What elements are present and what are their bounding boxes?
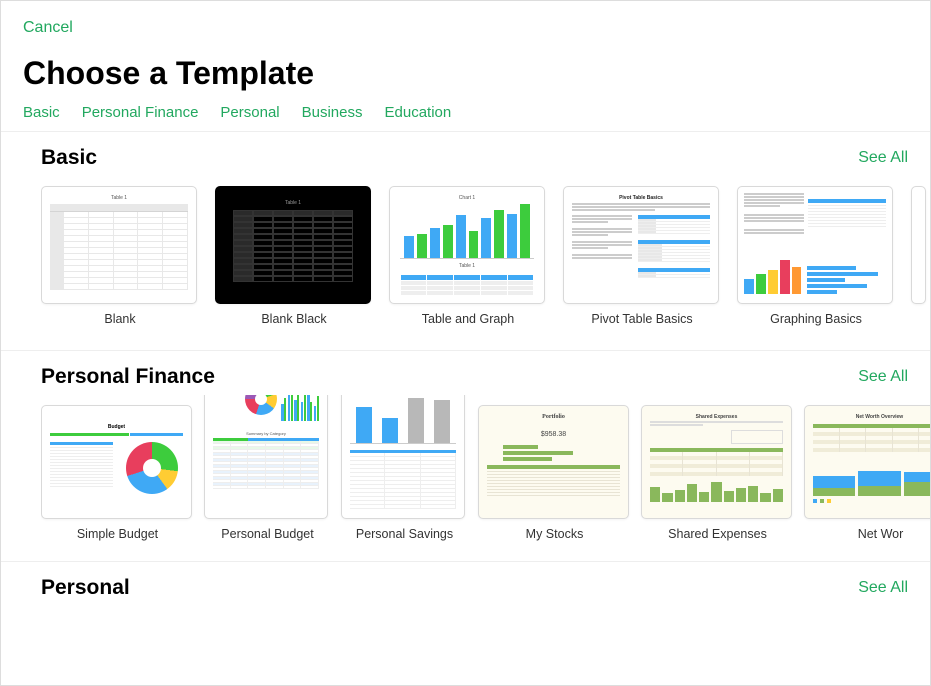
thumb-value: $958.38 bbox=[487, 431, 620, 438]
template-simple-budget[interactable]: Budget Simple Budget bbox=[41, 405, 194, 541]
section-personal-finance: Personal Finance See All Budget bbox=[1, 350, 930, 561]
thumb-label: Chart 1 bbox=[400, 195, 534, 201]
cancel-button[interactable]: Cancel bbox=[23, 19, 908, 37]
template-blank[interactable]: Table 1 bbox=[41, 186, 199, 326]
template-name: Pivot Table Basics bbox=[563, 312, 721, 326]
tab-education[interactable]: Education bbox=[385, 104, 452, 121]
thumb-label: Table 1 bbox=[233, 200, 353, 206]
template-name: Blank Black bbox=[215, 312, 373, 326]
tab-personal-finance[interactable]: Personal Finance bbox=[82, 104, 199, 121]
thumb-label: Table 1 bbox=[400, 263, 534, 269]
template-blank-black[interactable]: Table 1 Blank Black bbox=[215, 186, 373, 326]
thumb-label: Goal Status bbox=[350, 395, 456, 396]
tab-personal[interactable]: Personal bbox=[220, 104, 279, 121]
template-graphing-basics[interactable]: Graphing Basics bbox=[737, 186, 895, 326]
thumb-label: Pivot Table Basics bbox=[572, 195, 710, 201]
section-personal: Personal See All bbox=[1, 561, 930, 606]
section-title-personal-finance: Personal Finance bbox=[41, 365, 215, 389]
template-name: Graphing Basics bbox=[737, 312, 895, 326]
category-tabs: Basic Personal Finance Personal Business… bbox=[23, 104, 908, 121]
see-all-basic[interactable]: See All bbox=[858, 149, 908, 167]
template-name: Blank bbox=[41, 312, 199, 326]
template-name: Personal Budget bbox=[204, 527, 331, 541]
section-title-basic: Basic bbox=[41, 146, 97, 170]
tab-basic[interactable]: Basic bbox=[23, 104, 60, 121]
template-name: Shared Expenses bbox=[641, 527, 794, 541]
thumb-label: Net Worth Overview bbox=[813, 414, 930, 420]
thumb-label: Summary by Category bbox=[213, 431, 319, 436]
template-name: Personal Savings bbox=[341, 527, 468, 541]
template-partial[interactable] bbox=[911, 186, 927, 326]
template-personal-savings[interactable]: Monthly Goal Goal Status bbox=[341, 395, 468, 541]
see-all-personal-finance[interactable]: See All bbox=[858, 368, 908, 386]
template-my-stocks[interactable]: Portfolio $958.38 bbox=[478, 405, 631, 541]
template-personal-budget[interactable]: Monthly Budget Summary by Category bbox=[204, 395, 331, 541]
page-title: Choose a Template bbox=[23, 55, 908, 92]
tab-business[interactable]: Business bbox=[302, 104, 363, 121]
section-basic: Basic See All Table 1 bbox=[1, 131, 930, 350]
thumb-label: Budget bbox=[50, 424, 183, 430]
template-name: Net Wor bbox=[804, 527, 930, 541]
template-name: Table and Graph bbox=[389, 312, 547, 326]
thumb-label: Table 1 bbox=[50, 195, 188, 201]
template-pivot-table-basics[interactable]: Pivot Table Basics bbox=[563, 186, 721, 326]
template-name: Simple Budget bbox=[41, 527, 194, 541]
see-all-personal[interactable]: See All bbox=[858, 579, 908, 597]
template-net-worth[interactable]: Net Worth Overview bbox=[804, 405, 930, 541]
section-title-personal: Personal bbox=[41, 576, 130, 600]
template-shared-expenses[interactable]: Shared Expenses bbox=[641, 405, 794, 541]
template-name: My Stocks bbox=[478, 527, 631, 541]
thumb-label: Shared Expenses bbox=[650, 414, 783, 420]
template-table-and-graph[interactable]: Chart 1 Table 1 Table and Graph bbox=[389, 186, 547, 326]
